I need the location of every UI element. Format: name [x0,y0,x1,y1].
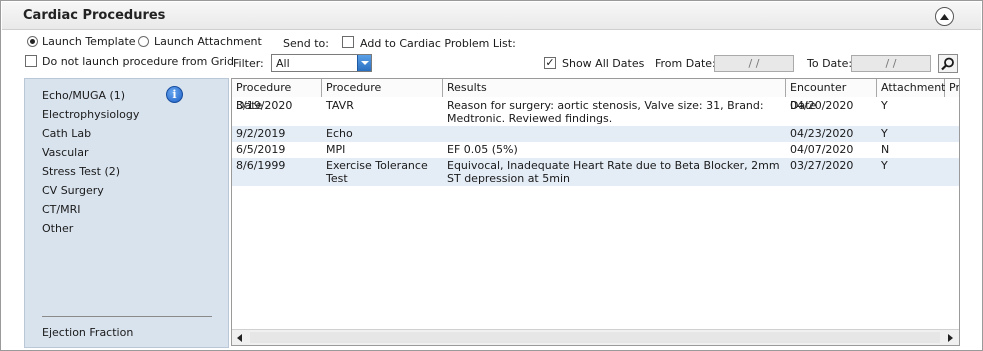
column-header-procedure-date[interactable]: Procedure Date [232,79,322,112]
horizontal-scrollbar[interactable] [232,329,959,345]
scrollbar-thumb[interactable] [250,332,940,343]
column-header-procedure[interactable]: Procedure [322,79,443,97]
scroll-left-icon[interactable] [234,331,248,345]
cell-attachment: Y [881,127,888,140]
cell-procedure-date: 3/19/2020 [236,99,293,112]
cardiac-procedures-panel: Cardiac Procedures Launch Template Launc… [0,0,983,351]
cell-attachment: N [881,143,890,156]
filter-value: All [276,57,290,70]
filter-select[interactable]: All [271,54,372,72]
show-all-dates-label: Show All Dates [562,57,645,70]
cell-results: Equivocal, Inadequate Heart Rate due to … [447,159,780,185]
cell-encounter-date: 04/20/2020 [790,99,854,112]
cell-procedure-date: 8/6/1999 [236,159,286,172]
from-date-label: From Date: [655,57,716,70]
column-header-attachment[interactable]: Attachment [877,79,946,97]
column-header-truncated[interactable]: Pr [945,79,959,97]
chevron-up-icon [940,13,949,20]
launch-template-radio[interactable] [27,36,38,47]
cell-encounter-date: 04/07/2020 [790,143,854,156]
show-all-dates-checkbox[interactable]: ✓ [544,57,556,69]
sidebar-item-electrophysiology[interactable]: Electrophysiology [42,108,139,121]
launch-attachment-label: Launch Attachment [154,35,262,48]
from-date-field[interactable]: / / [714,55,794,72]
cell-encounter-date: 04/23/2020 [790,127,854,140]
search-icon [941,57,954,70]
cell-procedure: Echo [326,127,353,140]
sidebar-item-cath-lab[interactable]: Cath Lab [42,127,91,140]
sidebar-item-other[interactable]: Other [42,222,73,235]
sidebar-item-ejection-fraction[interactable]: Ejection Fraction [42,326,133,339]
cell-results: EF 0.05 (5%) [447,143,518,156]
to-date-field[interactable]: / / [851,55,931,72]
sidebar-divider [42,316,212,317]
sidebar-item-cv-surgery[interactable]: CV Surgery [42,184,104,197]
sidebar-item-vascular[interactable]: Vascular [42,146,88,159]
cell-procedure: TAVR [326,99,354,112]
column-header-encounter-date[interactable]: Encounter Date [786,79,877,112]
search-button[interactable] [938,54,958,73]
scroll-right-icon[interactable] [943,331,957,345]
add-to-problem-list-label: Add to Cardiac Problem List: [360,37,516,50]
do-not-launch-checkbox[interactable] [25,55,37,67]
cell-procedure: Exercise Tolerance Test [326,159,428,185]
table-row[interactable]: 8/6/1999 Exercise Tolerance Test Equivoc… [232,158,959,186]
grid-header: Procedure Date Procedure Results Encount… [232,79,959,112]
launch-attachment-radio[interactable] [138,36,149,47]
cell-encounter-date: 03/27/2020 [790,159,854,172]
sidebar-item-ct-mri[interactable]: CT/MRI [42,203,80,216]
sidebar-item-echo-muga[interactable]: Echo/MUGA (1) [42,89,125,102]
filter-label: Filter: [233,57,264,70]
send-to-label: Send to: [283,37,329,50]
cell-procedure-date: 6/5/2019 [236,143,286,156]
table-row[interactable]: 3/19/2020 TAVR Reason for surgery: aorti… [232,98,959,126]
sidebar-item-stress-test[interactable]: Stress Test (2) [42,165,120,178]
column-header-results[interactable]: Results [443,79,786,97]
collapse-button[interactable] [935,7,954,26]
add-to-problem-list-checkbox[interactable] [342,36,354,48]
cell-procedure: MPI [326,143,346,156]
category-list: Echo/MUGA (1) i Electrophysiology Cath L… [24,78,229,348]
cell-procedure-date: 9/2/2019 [236,127,286,140]
cell-attachment: Y [881,99,888,112]
info-icon[interactable]: i [166,86,183,103]
procedures-grid: Procedure Date Procedure Results Encount… [231,78,960,346]
cell-results: Reason for surgery: aortic stenosis, Val… [447,99,764,125]
panel-title: Cardiac Procedures [23,8,166,23]
table-row[interactable]: 6/5/2019 MPI EF 0.05 (5%) 04/07/2020 N [232,142,959,158]
cell-attachment: Y [881,159,888,172]
launch-template-label: Launch Template [42,35,136,48]
panel-header: Cardiac Procedures [2,2,981,30]
do-not-launch-label: Do not launch procedure from Grid [42,55,234,68]
chevron-down-icon[interactable] [357,55,371,71]
to-date-label: To Date: [807,57,853,70]
table-row[interactable]: 9/2/2019 Echo 04/23/2020 Y [232,126,959,142]
